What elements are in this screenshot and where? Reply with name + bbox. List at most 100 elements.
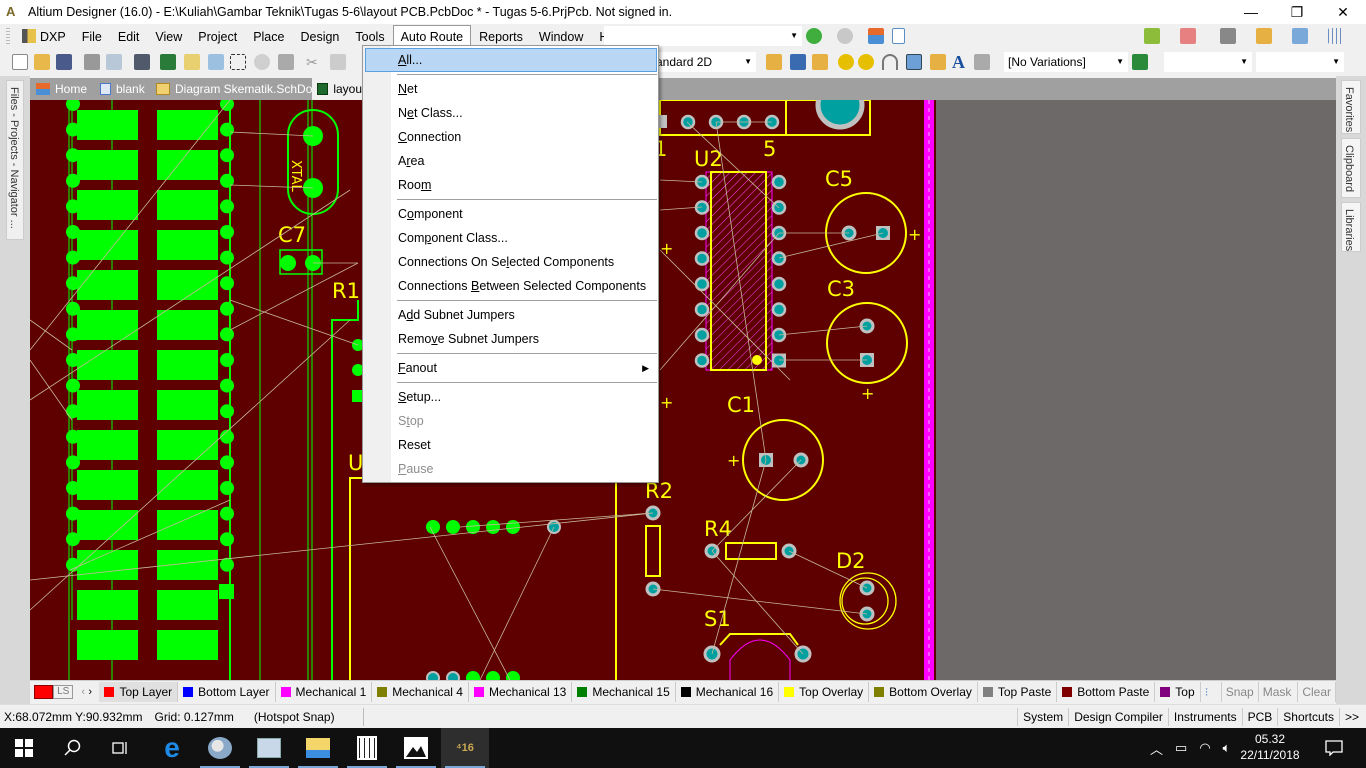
- view-config-combo[interactable]: andard 2D ▼: [652, 52, 756, 72]
- back-icon[interactable]: [806, 28, 822, 44]
- forward-icon[interactable]: [837, 28, 853, 44]
- new-icon[interactable]: [12, 54, 28, 70]
- resource-monitor-app[interactable]: [245, 728, 293, 768]
- clock[interactable]: 05.32 22/11/2018: [1240, 731, 1300, 763]
- menu-item-net[interactable]: Net: [365, 77, 657, 101]
- menu-project[interactable]: Project: [190, 25, 245, 47]
- place-pad-icon[interactable]: [838, 54, 854, 70]
- menu-item-room[interactable]: Room: [365, 173, 657, 197]
- scroll-left-icon[interactable]: ‹: [81, 686, 88, 698]
- menu-auto-route[interactable]: Auto Route: [392, 25, 472, 47]
- text-icon[interactable]: A: [952, 53, 968, 71]
- menu-reports[interactable]: Reports: [471, 25, 531, 47]
- favorites-tab[interactable]: Favorites: [1341, 80, 1361, 134]
- file-explorer-app[interactable]: [294, 728, 342, 768]
- design-compiler-panel-button[interactable]: Design Compiler: [1068, 707, 1168, 726]
- menu-window[interactable]: Window: [531, 25, 591, 47]
- pcb-canvas[interactable]: XTAL C7 R1 U 1 5 U2 C5 + C3 + C1 + + + R…: [30, 100, 1336, 680]
- layer-tab-mechanical-15[interactable]: Mechanical 15: [572, 681, 676, 702]
- files-projects-navigator-tab[interactable]: Files - Projects - Navigator ...: [6, 80, 24, 240]
- scroll-right-icon[interactable]: ›: [88, 686, 95, 698]
- current-layer-color[interactable]: [34, 684, 54, 699]
- toolbar-grip[interactable]: [6, 28, 10, 44]
- menu-item-pause[interactable]: Pause: [365, 457, 657, 481]
- design-rule-icon[interactable]: [1144, 28, 1160, 44]
- photos-app[interactable]: [392, 728, 440, 768]
- calculator-app[interactable]: [343, 728, 391, 768]
- align-icon[interactable]: [1180, 28, 1196, 44]
- layer-tab-top-layer[interactable]: Top Layer: [99, 681, 179, 702]
- pcb-panel-button[interactable]: PCB: [1241, 707, 1278, 726]
- volume-icon[interactable]: 🔈︎: [1223, 740, 1231, 756]
- menu-item-fanout[interactable]: Fanout ▶: [365, 356, 657, 380]
- layer-tab-bottom-paste[interactable]: Bottom Paste: [1057, 681, 1156, 702]
- minimize-button[interactable]: —: [1228, 0, 1274, 24]
- layer-tab-bottom-layer[interactable]: Bottom Layer: [178, 681, 276, 702]
- find-icon[interactable]: [1220, 28, 1236, 44]
- layer-set-button[interactable]: LS: [53, 684, 74, 699]
- measure-icon[interactable]: [1256, 28, 1272, 44]
- interactive-route-icon[interactable]: [766, 54, 782, 70]
- menu-dxp[interactable]: DXP: [14, 25, 74, 47]
- altium-app[interactable]: ⁴16: [441, 728, 489, 768]
- task-view-button[interactable]: [96, 728, 144, 768]
- layer-tab-mechanical-4[interactable]: Mechanical 4: [372, 681, 469, 702]
- show-hidden-icons[interactable]: ︿: [1150, 739, 1163, 758]
- copy-icon[interactable]: [330, 54, 346, 70]
- clear-button[interactable]: Clear: [1298, 681, 1336, 702]
- arc-icon[interactable]: [882, 54, 898, 70]
- menu-item-connections-between-selected-components[interactable]: Connections Between Selected Components: [365, 274, 657, 298]
- layer-tab-mechanical-16[interactable]: Mechanical 16: [676, 681, 780, 702]
- start-button[interactable]: [0, 728, 48, 768]
- menu-item-area[interactable]: Area: [365, 149, 657, 173]
- tab-blank[interactable]: blank: [100, 78, 145, 100]
- multi-route-icon[interactable]: [812, 54, 828, 70]
- layer-filter-icon[interactable]: ⁝▸▾: [1201, 681, 1222, 719]
- cut-icon[interactable]: ✂: [306, 54, 322, 70]
- menu-item-component-class[interactable]: Component Class...: [365, 226, 657, 250]
- path-combo[interactable]: ▼: [604, 26, 802, 46]
- close-button[interactable]: ✕: [1320, 0, 1366, 24]
- layer-tab-top-paste[interactable]: Top Paste: [978, 681, 1058, 702]
- menu-item-reset[interactable]: Reset: [365, 433, 657, 457]
- clipboard-tab[interactable]: Clipboard: [1341, 138, 1361, 198]
- search-button[interactable]: [48, 728, 96, 768]
- menu-file[interactable]: File: [74, 25, 110, 47]
- tab-schematic[interactable]: Diagram Skematik.SchDoc: [156, 78, 318, 100]
- filter-icon[interactable]: [278, 54, 294, 70]
- menu-edit[interactable]: Edit: [110, 25, 148, 47]
- wifi-icon[interactable]: ◠: [1199, 740, 1210, 756]
- home-icon[interactable]: [868, 28, 884, 44]
- paint-app[interactable]: [196, 728, 244, 768]
- menu-item-all[interactable]: All...: [365, 48, 657, 72]
- zoom-selected-icon[interactable]: [254, 54, 270, 70]
- menu-item-remove-subnet-jumpers[interactable]: Remove Subnet Jumpers: [365, 327, 657, 351]
- menu-view[interactable]: View: [147, 25, 190, 47]
- menu-item-connection[interactable]: Connection: [365, 125, 657, 149]
- print-preview-icon[interactable]: [106, 54, 122, 70]
- place-via-icon[interactable]: [858, 54, 874, 70]
- snap-button[interactable]: Snap: [1222, 681, 1259, 702]
- variations-combo[interactable]: [No Variations] ▼: [1004, 52, 1128, 72]
- zoom-area-icon[interactable]: [230, 54, 246, 70]
- more-panels-button[interactable]: >>: [1338, 707, 1364, 726]
- layer-tab-mechanical-1[interactable]: Mechanical 1: [276, 681, 373, 702]
- menu-item-stop[interactable]: Stop: [365, 409, 657, 433]
- variant-icon[interactable]: [1132, 54, 1148, 70]
- menu-item-setup[interactable]: Setup...: [365, 385, 657, 409]
- instruments-panel-button[interactable]: Instruments: [1167, 707, 1242, 726]
- layer-tab-bottom-overlay[interactable]: Bottom Overlay: [869, 681, 978, 702]
- restore-button[interactable]: ❐: [1274, 0, 1320, 24]
- fill-icon[interactable]: [906, 54, 922, 70]
- shortcuts-panel-button[interactable]: Shortcuts: [1277, 707, 1339, 726]
- layer-set-combo[interactable]: ▼: [1164, 52, 1252, 72]
- net-combo[interactable]: ▼: [1256, 52, 1344, 72]
- layer-tab-mechanical-13[interactable]: Mechanical 13: [469, 681, 573, 702]
- sync-doc-icon[interactable]: [892, 28, 905, 44]
- tab-home[interactable]: Home: [36, 78, 87, 100]
- layer-tab-top[interactable]: Top: [1155, 681, 1201, 702]
- open-icon[interactable]: [34, 54, 50, 70]
- polygon-icon[interactable]: [930, 54, 946, 70]
- menu-design[interactable]: Design: [292, 25, 347, 47]
- menu-item-component[interactable]: Component: [365, 202, 657, 226]
